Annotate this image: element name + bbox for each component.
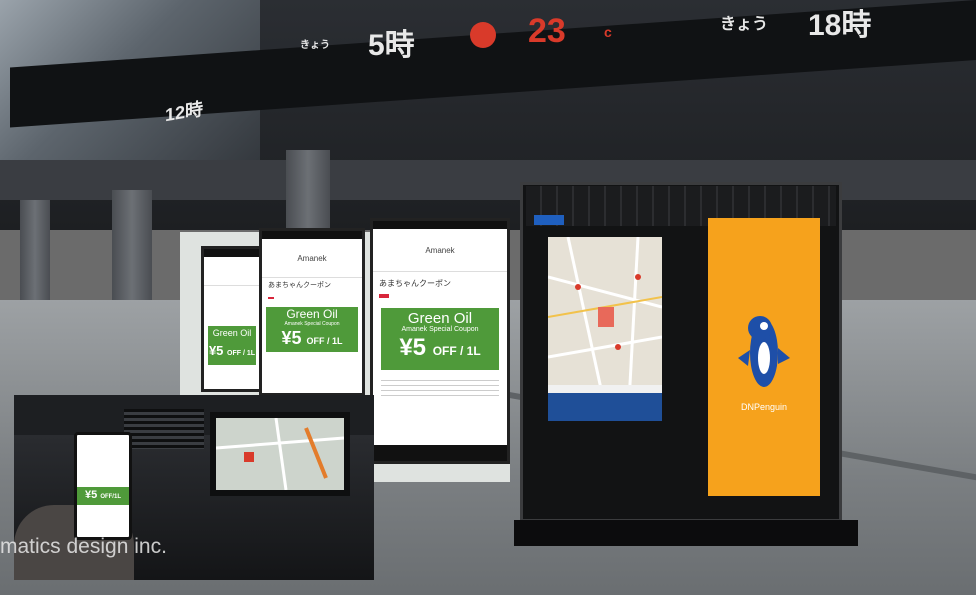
- ticker-temperature-unit: c: [604, 24, 612, 40]
- smartphone-screen-mid: Amanek あまちゃんクーポン Green Oil Amanek Specia…: [259, 228, 365, 396]
- watermark-text: matics design inc.: [0, 535, 167, 558]
- hand-phone-suffix: OFF/1L: [100, 494, 121, 500]
- app-header: [204, 257, 260, 286]
- kiosk-logo-text: DNPenguin: [740, 402, 788, 412]
- nav-bar: [373, 445, 507, 461]
- status-bar: [204, 249, 260, 257]
- coupon-tag-row: [262, 292, 362, 303]
- coupon-price-value: ¥5: [399, 334, 427, 361]
- coupon-price-value: ¥5: [281, 328, 302, 348]
- nav-map-drawing: [215, 417, 345, 491]
- coupon-price-value: ¥5: [208, 343, 224, 358]
- ticker-text-5ji: 5時: [368, 29, 415, 62]
- orange-display-panel: DNPenguin: [708, 218, 820, 496]
- kiosk-base: [514, 520, 858, 546]
- coupon-price-suffix: OFF / 1L: [227, 350, 256, 357]
- coupon-tag: [268, 297, 274, 299]
- sun-icon: [470, 22, 496, 48]
- coupon-fineprint: [381, 376, 499, 398]
- hand-phone-coupon: ¥5 OFF/1L: [77, 487, 129, 505]
- coupon-card: Green Oil ¥5 OFF / 1L: [208, 326, 256, 365]
- coupon-label: あまちゃんクーポン: [268, 282, 331, 289]
- coupon-price: ¥5 OFF / 1L: [381, 333, 499, 366]
- car-navigation-screen: [210, 412, 350, 496]
- map-touchscreen: [548, 237, 662, 421]
- map-drawing: [548, 237, 662, 421]
- coupon-subtitle: Amanek Special Coupon: [401, 326, 479, 333]
- coupon-card: Green Oil Amanek Special Coupon ¥5 OFF /…: [381, 308, 499, 370]
- coupon-title: Green Oil: [286, 307, 338, 321]
- coupon-label: あまちゃんクーポン: [379, 279, 451, 288]
- smartphone-screen-small: Green Oil ¥5 OFF / 1L: [201, 246, 263, 392]
- coupon-price-suffix: OFF / 1L: [432, 344, 481, 358]
- ticker-temperature: 23: [528, 12, 566, 50]
- ticker-text-18ji: 18時: [808, 9, 872, 42]
- coupon-card: Green Oil Amanek Special Coupon ¥5 OFF /…: [266, 307, 358, 352]
- ticker-text-kyou-2: きょう: [300, 40, 330, 51]
- ticker-text-kyou: きょう: [720, 16, 769, 33]
- hand-phone-price: ¥5: [85, 489, 98, 501]
- coupon-title: Green Oil: [212, 328, 252, 338]
- coupon-tag-row: [373, 291, 507, 302]
- coupon-price: ¥5 OFF / 1L: [266, 327, 358, 352]
- coupon-title: Green Oil: [407, 310, 473, 327]
- status-bar: [262, 231, 362, 239]
- status-bar: [373, 221, 507, 229]
- app-header: Amanek: [373, 229, 507, 272]
- coupon-price: ¥5 OFF / 1L: [208, 340, 256, 365]
- coupon-price-suffix: OFF / 1L: [306, 336, 343, 346]
- dashboard-vent: [124, 409, 204, 449]
- penguin-logo-icon: [738, 316, 790, 387]
- kiosk-blue-tab: [534, 215, 564, 225]
- handheld-smartphone: ¥5 OFF/1L: [74, 432, 132, 540]
- app-header: Amanek: [262, 239, 362, 278]
- coupon-tag: [379, 294, 389, 298]
- building-pillar: [286, 150, 330, 240]
- smartphone-screen-large: Amanek あまちゃんクーポン Green Oil Amanek Specia…: [370, 218, 510, 464]
